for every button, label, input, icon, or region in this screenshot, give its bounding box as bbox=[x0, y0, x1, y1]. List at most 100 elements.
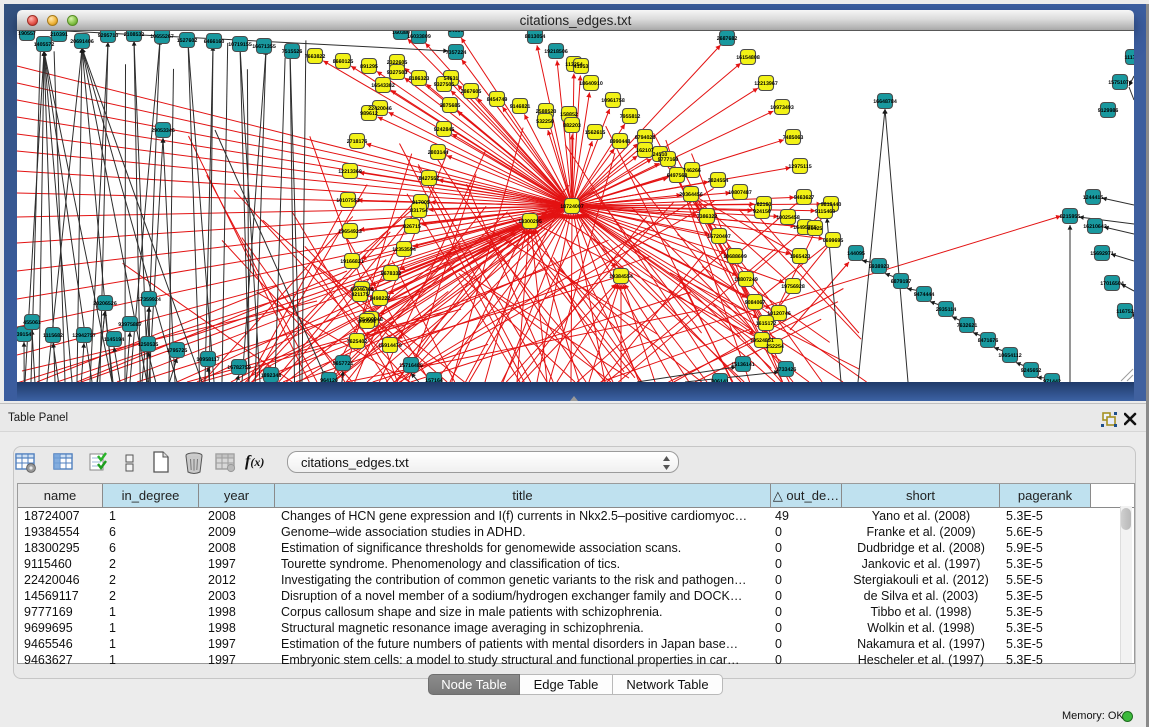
svg-text:6879197: 6879197 bbox=[891, 279, 912, 285]
svg-text:940994: 940994 bbox=[358, 319, 376, 325]
svg-text:15716485: 15716485 bbox=[399, 363, 423, 369]
svg-text:8660125: 8660125 bbox=[333, 59, 354, 65]
svg-text:16210643: 16210643 bbox=[1083, 224, 1107, 230]
svg-text:12353594: 12353594 bbox=[392, 247, 416, 253]
svg-text:10807487: 10807487 bbox=[728, 190, 752, 196]
svg-text:10688609: 10688609 bbox=[723, 254, 747, 260]
svg-text:10655267: 10655267 bbox=[150, 34, 174, 40]
svg-text:1527602: 1527602 bbox=[177, 38, 198, 44]
svg-text:7515526: 7515526 bbox=[282, 49, 303, 55]
svg-text:7632621: 7632621 bbox=[957, 323, 978, 329]
svg-text:7955812: 7955812 bbox=[620, 114, 641, 120]
svg-text:924150: 924150 bbox=[753, 209, 771, 215]
svg-text:20364456: 20364456 bbox=[679, 192, 703, 198]
svg-text:2687682: 2687682 bbox=[717, 36, 738, 42]
svg-text:9498222: 9498222 bbox=[370, 296, 391, 302]
svg-text:455061: 455061 bbox=[23, 320, 41, 326]
svg-text:111753: 111753 bbox=[1124, 55, 1134, 61]
svg-text:19218506: 19218506 bbox=[544, 49, 568, 55]
svg-text:1795725: 1795725 bbox=[167, 348, 188, 354]
svg-text:2322605: 2322605 bbox=[387, 60, 408, 66]
svg-text:158852: 158852 bbox=[560, 112, 578, 118]
svg-text:8215955: 8215955 bbox=[1060, 214, 1081, 220]
svg-text:1615172: 1615172 bbox=[756, 321, 777, 327]
svg-text:10107553: 10107553 bbox=[336, 198, 360, 204]
svg-text:10719155: 10719155 bbox=[228, 42, 252, 48]
svg-text:18300295: 18300295 bbox=[518, 219, 542, 225]
svg-text:8678332: 8678332 bbox=[381, 271, 402, 277]
svg-text:16782759: 16782759 bbox=[227, 365, 251, 371]
svg-text:3824554: 3824554 bbox=[708, 178, 729, 184]
svg-text:16154808: 16154808 bbox=[736, 55, 760, 61]
svg-text:15136141: 15136141 bbox=[731, 362, 755, 368]
svg-text:806141: 806141 bbox=[711, 379, 729, 382]
svg-text:15720407: 15720407 bbox=[707, 234, 731, 240]
svg-text:12942757: 12942757 bbox=[72, 333, 96, 339]
svg-text:2803144: 2803144 bbox=[428, 150, 449, 156]
svg-text:2588520: 2588520 bbox=[536, 109, 557, 115]
svg-text:989612: 989612 bbox=[360, 111, 378, 117]
svg-text:2108532: 2108532 bbox=[124, 32, 145, 38]
svg-text:210391: 210391 bbox=[50, 32, 68, 38]
svg-text:39154: 39154 bbox=[17, 332, 31, 338]
svg-text:2935114: 2935114 bbox=[936, 307, 956, 313]
svg-text:7357224: 7357224 bbox=[446, 50, 467, 56]
svg-text:10654112: 10654112 bbox=[998, 353, 1021, 359]
svg-text:9115460: 9115460 bbox=[815, 209, 835, 215]
svg-text:6497568: 6497568 bbox=[667, 173, 688, 179]
svg-text:41953: 41953 bbox=[574, 64, 589, 70]
svg-text:19166821: 19166821 bbox=[340, 259, 364, 265]
svg-text:16914479: 16914479 bbox=[378, 343, 402, 349]
svg-text:15692971: 15692971 bbox=[1090, 251, 1114, 257]
svg-text:12213967: 12213967 bbox=[754, 81, 778, 87]
svg-text:16033809: 16033809 bbox=[407, 34, 431, 40]
svg-text:3875685: 3875685 bbox=[440, 103, 461, 109]
svg-text:93975887: 93975887 bbox=[118, 322, 142, 328]
svg-text:19654923: 19654923 bbox=[338, 229, 362, 235]
svg-text:7625402: 7625402 bbox=[347, 339, 368, 345]
svg-text:8990448: 8990448 bbox=[610, 139, 631, 145]
svg-text:917005: 917005 bbox=[412, 200, 430, 206]
svg-text:5938923: 5938923 bbox=[869, 264, 890, 270]
svg-text:144095: 144095 bbox=[847, 251, 865, 257]
svg-text:882203: 882203 bbox=[563, 123, 581, 129]
svg-text:19756928: 19756928 bbox=[781, 284, 805, 290]
svg-text:9245652: 9245652 bbox=[1021, 368, 1042, 374]
svg-text:9777169: 9777169 bbox=[658, 157, 679, 163]
svg-text:252254: 252254 bbox=[766, 344, 784, 350]
svg-text:17016504: 17016504 bbox=[1100, 281, 1124, 287]
svg-text:1244415: 1244415 bbox=[1083, 195, 1104, 201]
svg-text:10958117: 10958117 bbox=[196, 357, 219, 363]
svg-text:116753: 116753 bbox=[1116, 309, 1133, 315]
svg-text:16543382: 16543382 bbox=[371, 83, 395, 89]
svg-text:29053346: 29053346 bbox=[151, 128, 175, 134]
svg-text:1965423: 1965423 bbox=[790, 254, 811, 260]
svg-text:831754: 831754 bbox=[410, 208, 428, 214]
svg-text:1405572: 1405572 bbox=[34, 42, 55, 48]
svg-text:157164: 157164 bbox=[425, 378, 443, 382]
svg-text:421175: 421175 bbox=[351, 292, 368, 298]
svg-text:964120: 964120 bbox=[320, 378, 338, 382]
svg-text:9474444: 9474444 bbox=[914, 292, 935, 298]
svg-text:190557: 190557 bbox=[18, 31, 36, 37]
svg-text:971442: 971442 bbox=[1043, 379, 1061, 382]
svg-text:62160: 62160 bbox=[757, 202, 772, 208]
svg-text:9327503: 9327503 bbox=[387, 70, 408, 76]
svg-text:12213369: 12213369 bbox=[338, 169, 362, 175]
svg-text:1250535: 1250535 bbox=[138, 342, 159, 348]
svg-text:16648784: 16648784 bbox=[873, 99, 897, 105]
svg-text:17359924: 17359924 bbox=[137, 297, 161, 303]
svg-text:9084067: 9084067 bbox=[745, 300, 766, 306]
svg-text:8813054: 8813054 bbox=[525, 34, 546, 40]
svg-text:8427552: 8427552 bbox=[419, 176, 440, 182]
svg-text:162107: 162107 bbox=[636, 148, 654, 154]
svg-text:18724007: 18724007 bbox=[560, 204, 584, 210]
svg-text:80425: 80425 bbox=[808, 226, 823, 232]
svg-text:0699695: 0699695 bbox=[823, 238, 844, 244]
svg-text:532250: 532250 bbox=[536, 119, 554, 125]
svg-text:891295: 891295 bbox=[360, 64, 378, 70]
svg-text:9242845: 9242845 bbox=[434, 127, 455, 133]
svg-text:8471676: 8471676 bbox=[978, 338, 999, 344]
svg-text:1115682: 1115682 bbox=[43, 333, 63, 339]
svg-text:8454749: 8454749 bbox=[487, 97, 508, 103]
